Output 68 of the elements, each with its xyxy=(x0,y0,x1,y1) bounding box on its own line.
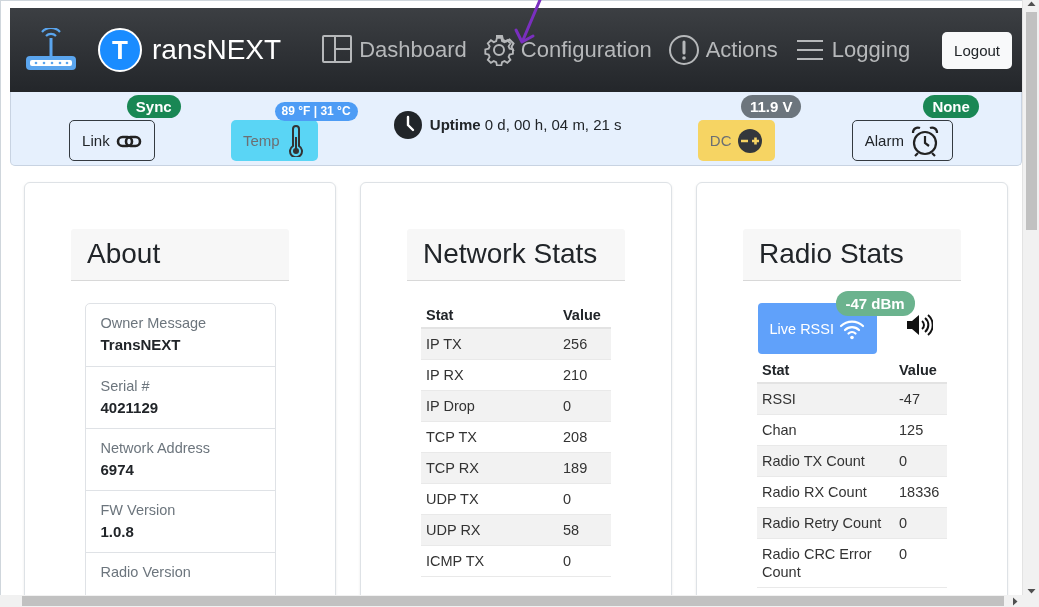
layout-icon xyxy=(321,34,354,66)
status-badge: 89 °F | 31 °C xyxy=(274,102,358,121)
status-badge: None xyxy=(923,95,979,118)
field-value: TransNEXT xyxy=(100,336,182,353)
card-title: Network Stats xyxy=(407,229,625,281)
table-cell: 58 xyxy=(558,514,611,546)
nav-link[interactable]: Actions xyxy=(667,34,778,66)
scrollbar-thumb[interactable] xyxy=(1025,12,1037,230)
uptime-text: Uptime 0 d, 00 h, 04 m, 21 s xyxy=(429,116,622,133)
table-cell: 256 xyxy=(558,328,611,360)
table-cell: 0 xyxy=(558,545,611,577)
field-value: 1.0.8 xyxy=(100,523,135,540)
table-cell: UDP RX xyxy=(421,514,558,546)
table-cell: 189 xyxy=(558,452,611,484)
rssi-badge: -47 dBm xyxy=(835,291,915,316)
table-cell: 0 xyxy=(894,445,947,477)
table-cell: Radio CRC Error Count xyxy=(757,538,894,588)
battery-icon xyxy=(737,127,764,154)
field-label: Radio Version xyxy=(100,564,192,580)
router-icon xyxy=(24,28,78,72)
logo: T xyxy=(98,28,142,72)
table-cell: 0 xyxy=(894,538,947,588)
table-cell: Radio TX Count xyxy=(757,445,894,477)
table-cell: 208 xyxy=(558,421,611,453)
table-cell: 0 xyxy=(558,390,611,422)
card-title: About xyxy=(71,229,289,281)
nav-link[interactable]: Configuration xyxy=(482,34,652,66)
table-cell: TCP TX xyxy=(421,421,558,453)
field-value: 4021129 xyxy=(100,399,160,416)
status-button[interactable]: DC xyxy=(697,120,776,161)
speaker-icon[interactable] xyxy=(904,312,933,337)
table-cell: 210 xyxy=(558,359,611,391)
logout-button[interactable]: Logout xyxy=(942,31,1012,69)
table-cell: IP TX xyxy=(421,328,558,360)
scroll-up-icon[interactable] xyxy=(1026,0,1036,8)
status-badge: 11.9 V xyxy=(740,95,802,118)
field-label: Owner Message xyxy=(100,315,208,331)
table-cell: IP Drop xyxy=(421,390,558,422)
nav-link[interactable]: Logging xyxy=(793,34,911,66)
table-cell: 0 xyxy=(894,507,947,539)
table-cell: 18336 xyxy=(894,476,947,508)
field-label: FW Version xyxy=(100,502,177,518)
settings-icon xyxy=(482,34,515,66)
table-cell: ICMP TX xyxy=(421,545,558,577)
field-label: Serial # xyxy=(100,378,151,394)
clock-icon xyxy=(393,110,422,139)
alert-icon xyxy=(667,34,700,66)
card-title: Radio Stats xyxy=(743,229,961,281)
table-cell: 125 xyxy=(894,414,947,446)
scrollbar-thumb[interactable] xyxy=(22,596,1004,606)
table-cell: RSSI xyxy=(757,383,894,415)
table-cell: Radio Retry Count xyxy=(757,507,894,539)
table-cell: Chan xyxy=(757,414,894,446)
field-label: Network Address xyxy=(100,440,212,456)
table-cell: Radio RX Count xyxy=(757,476,894,508)
table-cell: -47 xyxy=(894,383,947,415)
table-cell: TCP RX xyxy=(421,452,558,484)
table-cell: 0 xyxy=(558,483,611,515)
brand-name: ransNEXT xyxy=(152,34,282,66)
status-button[interactable]: Link xyxy=(69,120,155,161)
scroll-right-icon[interactable] xyxy=(1011,596,1019,606)
table-cell: IP RX xyxy=(421,359,558,391)
status-button[interactable]: Alarm xyxy=(851,120,953,161)
table-cell: UDP TX xyxy=(421,483,558,515)
alarm-clock-icon xyxy=(909,124,940,157)
status-badge: Sync xyxy=(126,95,181,118)
nav-link[interactable]: Dashboard xyxy=(321,34,467,66)
field-value: 6974 xyxy=(100,461,135,478)
